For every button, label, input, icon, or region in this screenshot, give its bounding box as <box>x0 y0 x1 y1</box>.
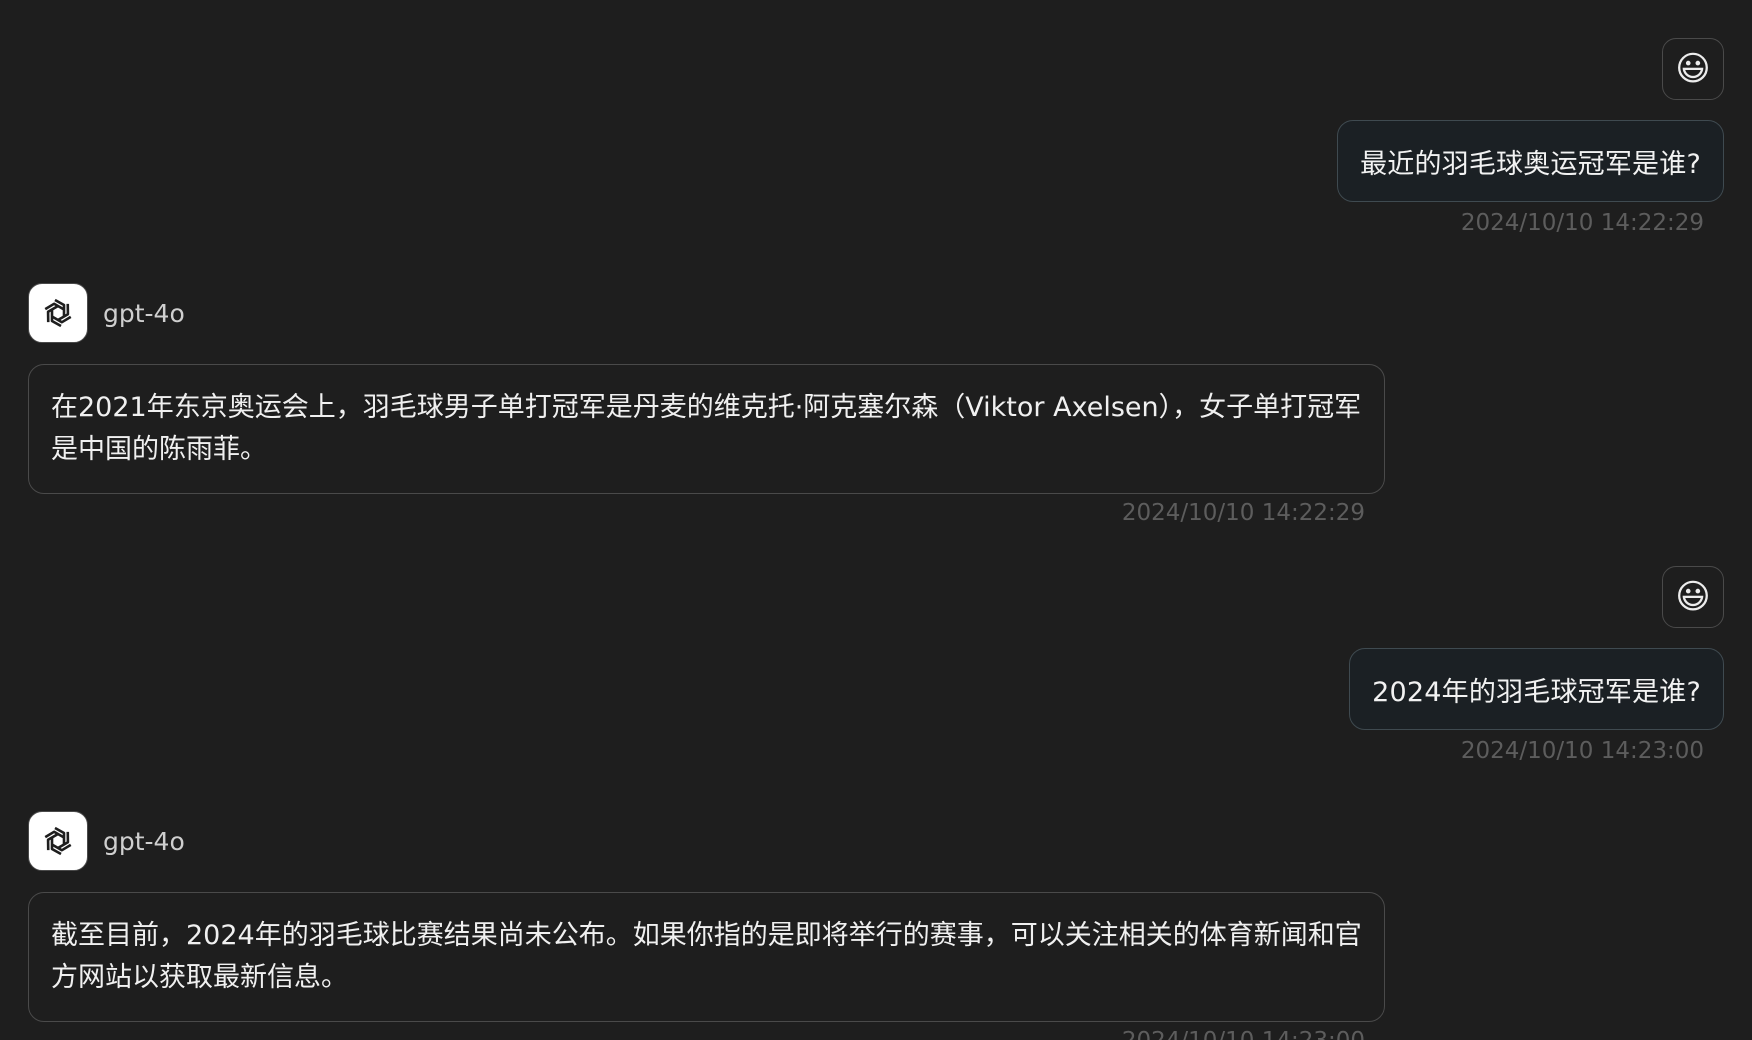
user-message-bubble[interactable]: 2024年的羽毛球冠军是谁? <box>1349 648 1724 730</box>
smiley-face-icon[interactable]: 😃 <box>1662 38 1724 100</box>
model-name: gpt-4o <box>103 826 185 856</box>
message-timestamp: 2024/10/10 14:23:00 <box>1460 738 1704 764</box>
message-timestamp: 2024/10/10 14:23:00 <box>28 1028 1365 1040</box>
openai-logo-icon-svg <box>44 298 72 328</box>
message-timestamp: 2024/10/10 14:22:29 <box>1460 210 1704 236</box>
assistant-message: gpt-4o 在2021年东京奥运会上，羽毛球男子单打冠军是丹麦的维克托·阿克塞… <box>28 282 1385 526</box>
chat-transcript: 😃 最近的羽毛球奥运冠军是谁? 2024/10/10 14:22:29 gpt-… <box>0 0 1752 1040</box>
user-message: 😃 最近的羽毛球奥运冠军是谁? 2024/10/10 14:22:29 <box>1337 38 1724 236</box>
user-message: 😃 2024年的羽毛球冠军是谁? 2024/10/10 14:23:00 <box>1349 566 1724 764</box>
user-message-bubble[interactable]: 最近的羽毛球奥运冠军是谁? <box>1337 120 1724 202</box>
assistant-message: gpt-4o 截至目前，2024年的羽毛球比赛结果尚未公布。如果你指的是即将举行… <box>28 810 1385 1040</box>
assistant-header: gpt-4o <box>28 282 1385 344</box>
message-timestamp: 2024/10/10 14:22:29 <box>1121 500 1365 526</box>
model-name: gpt-4o <box>103 298 185 328</box>
assistant-header: gpt-4o <box>28 810 1385 872</box>
openai-logo-icon-svg <box>44 826 72 856</box>
smiley-face-icon[interactable]: 😃 <box>1662 566 1724 628</box>
openai-logo-icon[interactable] <box>28 811 88 871</box>
openai-logo-icon[interactable] <box>28 283 88 343</box>
assistant-message-bubble[interactable]: 在2021年东京奥运会上，羽毛球男子单打冠军是丹麦的维克托·阿克塞尔森（Vikt… <box>28 364 1385 494</box>
assistant-message-bubble[interactable]: 截至目前，2024年的羽毛球比赛结果尚未公布。如果你指的是即将举行的赛事，可以关… <box>28 892 1385 1022</box>
